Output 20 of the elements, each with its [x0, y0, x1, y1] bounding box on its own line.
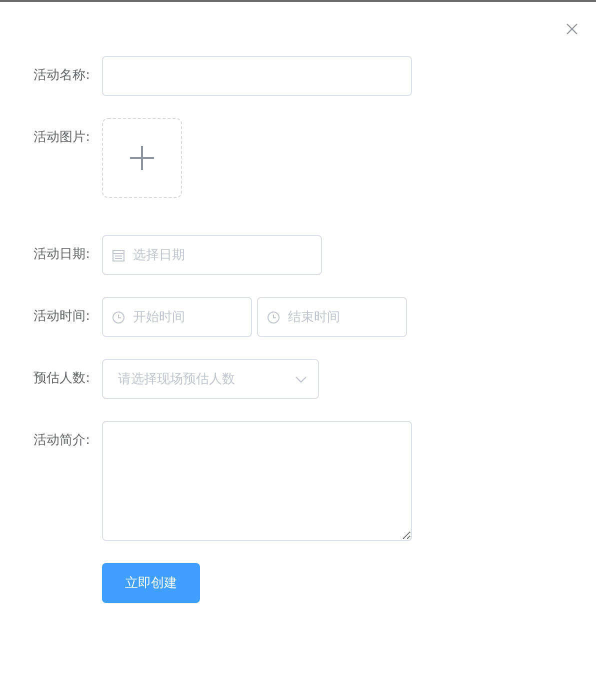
create-button[interactable]: 立即创建	[102, 563, 200, 603]
close-icon[interactable]	[566, 23, 578, 35]
calendar-icon	[112, 249, 125, 262]
clock-icon	[267, 311, 280, 324]
field-label: 活动图片:	[32, 129, 91, 147]
image-upload-button[interactable]	[102, 118, 182, 198]
count-select[interactable]: 请选择现场预估人数	[102, 359, 319, 399]
field-label: 活动名称:	[32, 67, 91, 85]
time-field[interactable]: 开始时间	[102, 297, 252, 337]
time-field[interactable]: 结束时间	[257, 297, 407, 337]
field-label: 活动简介:	[32, 432, 91, 450]
field-label: 活动时间:	[32, 308, 91, 326]
name-field[interactable]	[102, 56, 412, 96]
date-field[interactable]: 选择日期	[102, 235, 322, 275]
field-label: 活动日期:	[32, 246, 91, 264]
clock-icon	[112, 311, 125, 324]
description-field[interactable]	[102, 421, 412, 541]
field-label: 预估人数:	[32, 370, 91, 388]
chevron-down-icon	[295, 376, 307, 383]
plus-icon	[129, 145, 155, 171]
